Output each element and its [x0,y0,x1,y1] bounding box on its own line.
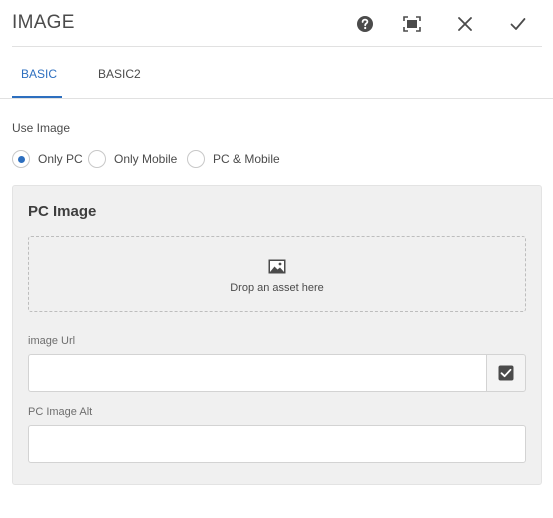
pc-image-alt-input[interactable] [28,425,526,463]
radio-only-pc[interactable]: Only PC [12,150,83,168]
radio-pc-and-mobile[interactable]: PC & Mobile [187,150,280,168]
image-url-picker-button[interactable] [486,354,526,392]
help-icon [357,16,373,32]
radio-label: Only PC [38,152,83,166]
done-button[interactable] [506,12,530,36]
pc-image-title: PC Image [28,203,97,220]
image-icon [268,259,286,274]
cancel-button[interactable] [453,12,477,36]
tab-list: BASIC BASIC2 [0,47,553,99]
tabs-divider [0,98,553,99]
radio-circle[interactable] [88,150,106,168]
fullscreen-button[interactable] [400,12,424,36]
radio-only-mobile[interactable]: Only Mobile [88,150,177,168]
close-icon [458,17,472,31]
fullscreen-icon [403,16,421,32]
dialog-header: IMAGE [0,0,553,47]
image-url-label: image Url [28,335,76,347]
dropzone-text: Drop an asset here [230,282,324,294]
checkmark-icon [510,18,526,30]
asset-dropzone[interactable]: Drop an asset here [28,236,526,312]
image-url-input[interactable] [28,354,487,392]
tab-basic2[interactable]: BASIC2 [98,67,141,81]
radio-circle[interactable] [12,150,30,168]
use-image-label: Use Image [12,121,71,135]
pc-image-panel: PC Image Drop an asset here image Url PC… [12,185,542,485]
tab-basic[interactable]: BASIC [21,67,57,81]
checkbox-icon [498,365,514,381]
pc-image-alt-label: PC Image Alt [28,406,93,418]
radio-circle[interactable] [187,150,205,168]
radio-label: Only Mobile [114,152,178,166]
dialog-title: IMAGE [12,12,75,33]
help-button[interactable] [353,12,377,36]
radio-label: PC & Mobile [213,152,280,166]
